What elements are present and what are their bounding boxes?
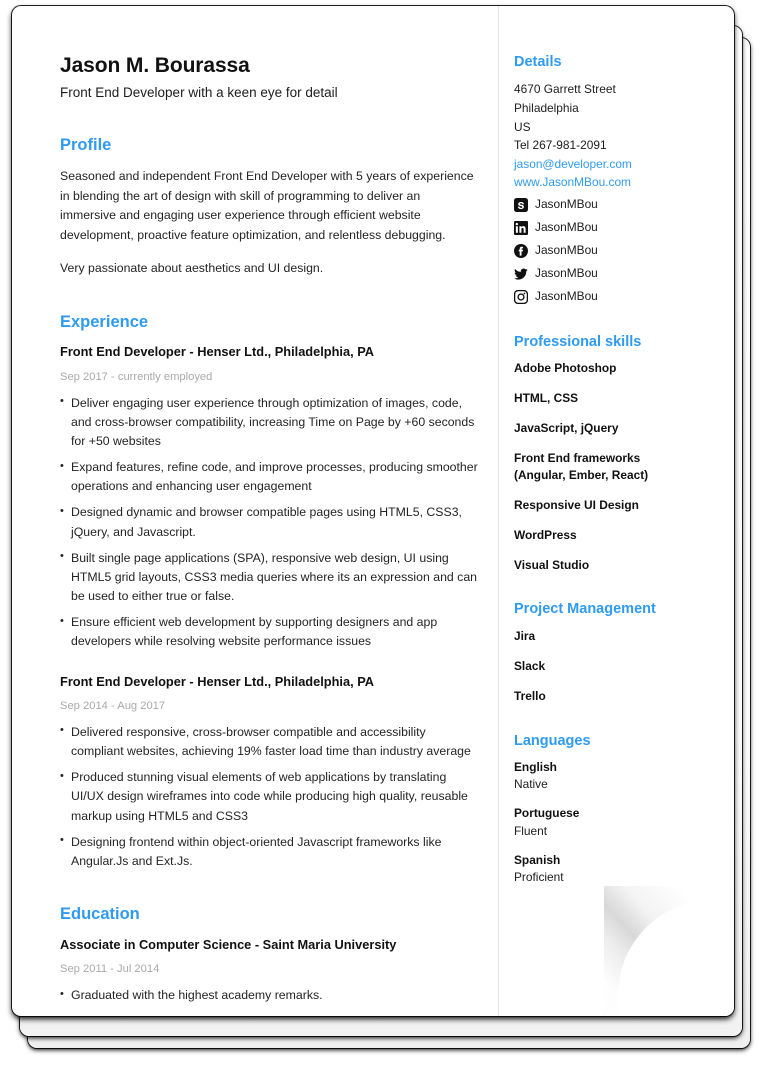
social-handle: JasonMBou <box>535 220 598 235</box>
experience-bullet-list: Delivered responsive, cross-browser comp… <box>60 722 478 871</box>
candidate-name: Jason M. Bourassa <box>60 54 250 77</box>
social-link-instagram[interactable]: JasonMBou <box>514 289 694 306</box>
project-management-item: Jira <box>514 628 536 643</box>
sidebar-column: Details 4670 Garrett Street Philadelphia… <box>514 54 694 886</box>
language-name: Spanish <box>514 852 561 867</box>
education-bullet-list: Graduated with the highest academy remar… <box>60 986 478 1005</box>
profile-paragraph: Seasoned and independent Front End Devel… <box>60 169 474 242</box>
project-management-item: Slack <box>514 658 546 673</box>
social-handle: JasonMBou <box>535 266 598 281</box>
social-handle: JasonMBou <box>535 289 598 304</box>
language-entry: Spanish Proficient <box>514 852 694 887</box>
social-link-facebook[interactable]: JasonMBou <box>514 243 694 260</box>
language-entry: Portuguese Fluent <box>514 805 694 840</box>
experience-bullet: Produced stunning visual elements of web… <box>60 768 478 826</box>
details-section: 4670 Garrett Street Philadelphia US Tel … <box>514 80 694 305</box>
language-name: Portuguese <box>514 806 580 821</box>
section-heading-project-management: Project Management <box>514 601 656 618</box>
section-heading-profile: Profile <box>60 135 112 154</box>
profile-paragraph: Very passionate about aesthetics and UI … <box>60 261 324 276</box>
experience-entry: Front End Developer - Henser Ltd., Phila… <box>60 344 478 651</box>
experience-entry: Front End Developer - Henser Ltd., Phila… <box>60 674 478 871</box>
project-management-item: Trello <box>514 688 546 703</box>
section-heading-languages: Languages <box>514 732 591 749</box>
skill-item: Responsive UI Design <box>514 497 639 512</box>
education-title: Associate in Computer Science - Saint Ma… <box>60 936 397 952</box>
detail-phone: Tel 267-981-2091 <box>514 138 607 153</box>
skill-item: HTML, CSS <box>514 391 579 406</box>
experience-bullet: Built single page applications (SPA), re… <box>60 548 478 607</box>
experience-bullet: Expand features, refine code, and improv… <box>60 458 478 496</box>
twitter-icon <box>514 268 528 280</box>
skill-item: Adobe Photoshop <box>514 361 617 376</box>
language-name: English <box>514 759 557 774</box>
resume-page: Jason M. Bourassa Front End Developer wi… <box>12 6 734 1016</box>
social-links-list: JasonMBou JasonMBou JasonMBou JasonMBou … <box>514 197 694 306</box>
experience-title: Front End Developer - Henser Ltd., Phila… <box>60 673 375 689</box>
experience-bullet: Delivered responsive, cross-browser comp… <box>60 722 478 761</box>
social-handle: JasonMBou <box>535 243 598 258</box>
detail-address-city: Philadelphia <box>514 100 579 115</box>
page-number: 2/2 <box>673 980 690 992</box>
section-heading-details: Details <box>514 54 562 70</box>
detail-address-country: US <box>514 119 531 134</box>
main-column: Jason M. Bourassa Front End Developer wi… <box>60 54 478 1005</box>
experience-bullet-list: Deliver engaging user experience through… <box>60 393 478 652</box>
language-entry: English Native <box>514 759 694 794</box>
detail-email-link[interactable]: jason@developer.com <box>514 155 694 174</box>
section-heading-professional-skills: Professional skills <box>514 333 642 350</box>
experience-section: Front End Developer - Henser Ltd., Phila… <box>60 344 478 871</box>
education-date: Sep 2011 - Jul 2014 <box>60 963 160 976</box>
experience-bullet: Deliver engaging user experience through… <box>60 393 478 452</box>
social-link-twitter[interactable]: JasonMBou <box>514 266 694 283</box>
profile-section: Seasoned and independent Front End Devel… <box>60 167 478 278</box>
linkedin-icon <box>514 221 528 236</box>
skill-item: Front End frameworks (Angular, Ember, Re… <box>514 450 649 482</box>
experience-title: Front End Developer - Henser Ltd., Phila… <box>60 344 375 360</box>
instagram-icon <box>514 290 528 305</box>
column-divider <box>498 6 499 1016</box>
section-heading-experience: Experience <box>60 312 149 331</box>
professional-skills-list: Adobe Photoshop HTML, CSS JavaScript, jQ… <box>514 360 694 573</box>
skype-icon <box>514 198 528 213</box>
social-link-skype[interactable]: JasonMBou <box>514 197 694 214</box>
experience-bullet: Designed dynamic and browser compatible … <box>60 503 478 541</box>
detail-website-link[interactable]: www.JasonMBou.com <box>514 173 694 192</box>
experience-date: Sep 2017 - currently employed <box>60 371 213 384</box>
resume-page-stack: Jason M. Bourassa Front End Developer wi… <box>0 0 768 1071</box>
experience-bullet: Designing frontend within object-oriente… <box>60 832 478 871</box>
skill-item: JavaScript, jQuery <box>514 420 619 435</box>
education-section: Associate in Computer Science - Saint Ma… <box>60 937 478 1005</box>
skill-item: WordPress <box>514 527 577 542</box>
skill-item: Visual Studio <box>514 557 590 572</box>
education-entry: Associate in Computer Science - Saint Ma… <box>60 937 478 1005</box>
detail-address-street: 4670 Garrett Street <box>514 82 616 97</box>
candidate-tagline: Front End Developer with a keen eye for … <box>60 85 338 101</box>
social-link-linkedin[interactable]: JasonMBou <box>514 220 694 237</box>
language-level: Native <box>514 777 548 792</box>
social-handle: JasonMBou <box>535 197 598 212</box>
experience-bullet: Ensure efficient web development by supp… <box>60 613 478 651</box>
language-level: Fluent <box>514 823 548 838</box>
language-level: Proficient <box>514 870 564 885</box>
languages-list: English Native Portuguese Fluent Spanish… <box>514 759 694 887</box>
facebook-icon <box>514 244 528 259</box>
education-bullet: Graduated with the highest academy remar… <box>60 986 478 1005</box>
section-heading-education: Education <box>60 905 140 924</box>
project-management-list: Jira Slack Trello <box>514 628 694 705</box>
experience-date: Sep 2014 - Aug 2017 <box>60 700 166 713</box>
